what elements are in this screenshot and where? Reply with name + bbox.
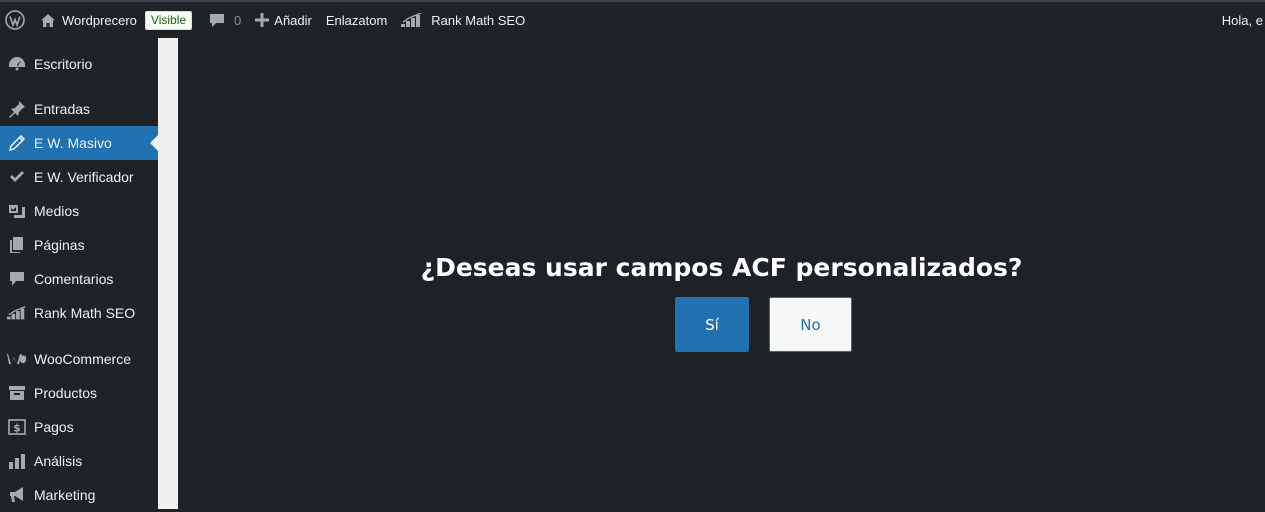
menu-item-productos[interactable]: Productos: [0, 376, 158, 410]
menu-item-analisis[interactable]: Análisis: [0, 444, 158, 478]
menu-item-paginas[interactable]: Páginas: [0, 228, 158, 262]
rankmath-icon: [0, 306, 34, 320]
menu-item-rankmath[interactable]: Rank Math SEO: [0, 296, 158, 330]
no-button[interactable]: No: [769, 297, 852, 352]
add-new-link[interactable]: Añadir: [248, 2, 319, 38]
svg-text:$: $: [13, 422, 21, 435]
menu-label: Escritorio: [34, 56, 93, 72]
menu-label: Páginas: [34, 237, 85, 253]
plus-icon: [255, 13, 270, 27]
dollar-icon: $: [0, 419, 34, 435]
menu-label: WooCommerce: [34, 351, 131, 367]
menu-item-medios[interactable]: Medios: [0, 194, 158, 228]
comment-icon: [0, 271, 34, 287]
menu-label: Medios: [34, 203, 80, 219]
admin-sidebar: Escritorio Entradas E W. Masivo E W. Ver…: [0, 38, 158, 509]
menu-item-ew-masivo[interactable]: E W. Masivo: [0, 126, 158, 160]
rankmath-link[interactable]: Rank Math SEO: [394, 2, 532, 38]
menu-label: Análisis: [34, 453, 83, 469]
comments-count: 0: [234, 12, 242, 28]
acf-question: ¿Deseas usar campos ACF personalizados?: [420, 253, 1023, 282]
menu-item-pagos[interactable]: $ Pagos: [0, 410, 158, 444]
checkmark-icon: [0, 170, 34, 184]
add-new-label: Añadir: [274, 12, 312, 28]
site-name: Wordprecero: [62, 12, 137, 28]
comment-icon: [210, 13, 225, 27]
sidebar-gutter: [158, 38, 178, 509]
main-content: ¿Deseas usar campos ACF personalizados? …: [178, 38, 1265, 509]
yes-button[interactable]: Sí: [675, 297, 749, 352]
menu-label: E W. Masivo: [34, 135, 112, 151]
media-icon: [0, 202, 34, 220]
wordpress-logo-icon[interactable]: [0, 2, 32, 38]
menu-label: Rank Math SEO: [34, 305, 136, 321]
dashboard-icon: [0, 55, 34, 73]
home-icon: [41, 13, 55, 27]
account-greeting[interactable]: Hola, e: [1215, 2, 1265, 38]
enlazatom-link[interactable]: Enlazatom: [319, 2, 394, 38]
menu-item-marketing[interactable]: Marketing: [0, 478, 158, 512]
menu-label: Productos: [34, 385, 98, 401]
site-name-link[interactable]: Wordprecero Visible: [32, 2, 199, 38]
menu-item-escritorio[interactable]: Escritorio: [0, 47, 158, 81]
menu-item-entradas[interactable]: Entradas: [0, 92, 158, 126]
pencil-icon: [0, 134, 34, 152]
pages-icon: [0, 236, 34, 254]
megaphone-icon: [0, 486, 34, 504]
menu-item-comentarios[interactable]: Comentarios: [0, 262, 158, 296]
enlazatom-label: Enlazatom: [325, 12, 388, 28]
menu-label: Comentarios: [34, 271, 114, 287]
greeting-text: Hola, e: [1221, 12, 1263, 28]
visibility-badge: Visible: [144, 10, 193, 30]
menu-item-ew-verificador[interactable]: E W. Verificador: [0, 160, 158, 194]
bar-chart-icon: [0, 453, 34, 469]
rankmath-label: Rank Math SEO: [431, 12, 526, 28]
menu-item-woocommerce[interactable]: WooCommerce: [0, 342, 158, 376]
woocommerce-icon: [0, 352, 34, 366]
comments-link[interactable]: 0: [199, 2, 248, 38]
rankmath-icon: [401, 13, 422, 27]
admin-bar: Wordprecero Visible 0 Añadir Enlazatom R…: [0, 0, 1265, 38]
menu-label: E W. Verificador: [34, 169, 134, 185]
menu-label: Pagos: [34, 419, 74, 435]
menu-label: Entradas: [34, 101, 91, 117]
pushpin-icon: [0, 100, 34, 118]
archive-icon: [0, 385, 34, 401]
menu-label: Marketing: [34, 487, 96, 503]
